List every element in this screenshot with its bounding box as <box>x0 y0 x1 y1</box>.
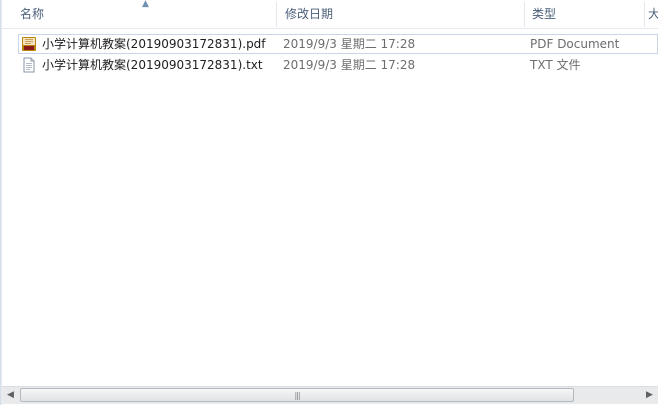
file-date-modified: 2019/9/3 星期二 17:28 <box>283 37 416 51</box>
horizontal-scrollbar[interactable]: ◀ ||| ▶ <box>2 386 658 404</box>
column-header-date-modified[interactable]: 修改日期 <box>267 0 524 28</box>
file-row-txt[interactable]: 小学计算机教案(20190903172831).txt 2019/9/3 星期二… <box>2 55 658 76</box>
file-type: PDF Document <box>530 37 620 51</box>
text-file-icon <box>23 57 35 72</box>
file-date-modified: 2019/9/3 星期二 17:28 <box>283 58 416 72</box>
file-name: 小学计算机教案(20190903172831).pdf <box>42 37 266 51</box>
column-header-name[interactable]: 名称 <box>2 0 276 28</box>
file-list: 小学计算机教案(20190903172831).pdf 2019/9/3 星期二… <box>2 34 658 76</box>
file-row-pdf[interactable]: 小学计算机教案(20190903172831).pdf 2019/9/3 星期二… <box>2 34 658 55</box>
pdf-file-icon <box>22 36 36 51</box>
file-explorer-pane: ▲ 名称 修改日期 类型 大 小学计算机教案(20190903172831).p… <box>0 0 658 405</box>
scrollbar-thumb[interactable]: ||| <box>20 388 574 402</box>
column-header-size[interactable]: 大 <box>635 0 658 28</box>
file-type: TXT 文件 <box>530 58 581 72</box>
column-header-type[interactable]: 类型 <box>514 0 644 28</box>
scroll-left-icon[interactable]: ◀ <box>2 387 19 404</box>
column-header-bar: ▲ 名称 修改日期 类型 大 <box>2 0 658 29</box>
file-name: 小学计算机教案(20190903172831).txt <box>42 58 263 72</box>
scrollbar-grip-icon: ||| <box>294 391 300 400</box>
scroll-right-icon[interactable]: ▶ <box>641 387 658 404</box>
